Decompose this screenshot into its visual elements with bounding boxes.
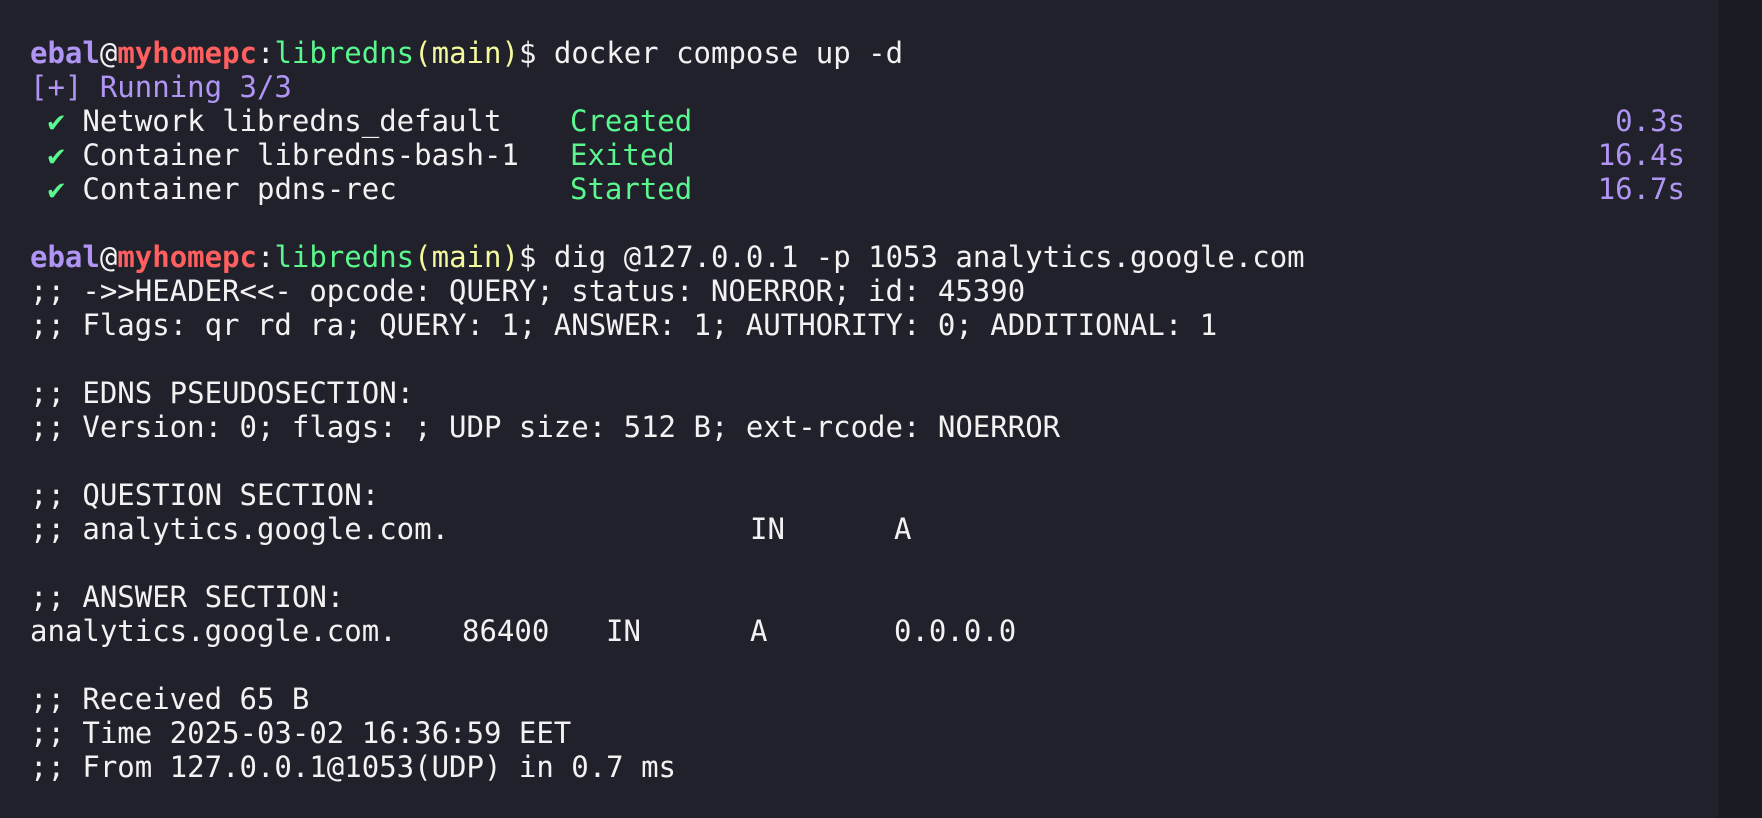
prompt-user: ebal (30, 36, 100, 70)
prompt-host: myhomepc (117, 36, 257, 70)
question-name: ;; analytics.google.com. (30, 512, 450, 546)
dig-answer-row: analytics.google.com. 86400 IN A 0.0.0.0 (30, 614, 1762, 648)
check-icon: ✔ (47, 104, 65, 138)
compose-item-status: Created (570, 104, 693, 138)
prompt-paren-close: ) (501, 240, 519, 274)
compose-item-time: 16.4s (1597, 138, 1685, 172)
scrollbar[interactable] (1718, 0, 1762, 818)
answer-ttl: 86400 (462, 614, 550, 648)
prompt-host: myhomepc (117, 240, 257, 274)
compose-item-name: Container pdns-rec (82, 172, 397, 206)
compose-running: [+] Running 3/3 (30, 70, 292, 104)
prompt-user: ebal (30, 240, 100, 274)
question-class: IN (750, 512, 785, 546)
compose-item: ✔ Container pdns-rec Started 16.7s (30, 172, 1762, 206)
prompt-line-dig: ebal@myhomepc:libredns(main)$ dig @127.0… (30, 240, 1762, 274)
compose-item-time: 0.3s (1615, 104, 1685, 138)
dig-question-row: ;; analytics.google.com. IN A (30, 512, 1762, 546)
compose-item-name: Network libredns_default (82, 104, 502, 138)
prompt-branch: main (431, 240, 502, 274)
answer-type: A (750, 614, 768, 648)
compose-item-status: Started (570, 172, 693, 206)
dig-answer-title: ;; ANSWER SECTION: (30, 580, 345, 614)
question-type: A (894, 512, 912, 546)
dig-time: ;; Time 2025-03-02 16:36:59 EET (30, 716, 572, 750)
prompt-dollar: $ (518, 240, 554, 274)
dig-question-title: ;; QUESTION SECTION: (30, 478, 380, 512)
prompt-path: libredns (274, 36, 415, 70)
answer-address: 0.0.0.0 (894, 614, 1017, 648)
compose-item: ✔ Container libredns-bash-1 Exited 16.4s (30, 138, 1762, 172)
dig-from: ;; From 127.0.0.1@1053(UDP) in 0.7 ms (30, 750, 677, 784)
prompt-colon: : (257, 240, 275, 274)
prompt-path: libredns (274, 240, 415, 274)
answer-name: analytics.google.com. (30, 614, 397, 648)
dig-received: ;; Received 65 B (30, 682, 310, 716)
compose-item-status: Exited (570, 138, 675, 172)
prompt-paren-close: ) (501, 36, 519, 70)
compose-item-time: 16.7s (1597, 172, 1685, 206)
dig-header: ;; ->>HEADER<<- opcode: QUERY; status: N… (30, 274, 1026, 308)
prompt-paren-open: ( (414, 240, 432, 274)
terminal-window[interactable]: ebal@myhomepc:libredns(main)$ docker com… (0, 0, 1762, 818)
prompt-paren-open: ( (414, 36, 432, 70)
dig-edns-title: ;; EDNS PSEUDOSECTION: (30, 376, 415, 410)
prompt-dollar: $ (518, 36, 554, 70)
prompt-at: @ (99, 36, 118, 70)
compose-item: ✔ Network libredns_default Created 0.3s (30, 104, 1762, 138)
dig-flags: ;; Flags: qr rd ra; QUERY: 1; ANSWER: 1;… (30, 308, 1218, 342)
check-icon: ✔ (47, 172, 65, 206)
command-dig: dig @127.0.0.1 -p 1053 analytics.google.… (553, 240, 1305, 274)
prompt-at: @ (99, 240, 118, 274)
prompt-branch: main (431, 36, 502, 70)
prompt-colon: : (257, 36, 275, 70)
command-compose: docker compose up -d (553, 36, 904, 70)
check-icon: ✔ (47, 138, 65, 172)
dig-edns-line: ;; Version: 0; flags: ; UDP size: 512 B;… (30, 410, 1061, 444)
prompt-line-compose: ebal@myhomepc:libredns(main)$ docker com… (30, 36, 1762, 70)
compose-item-name: Container libredns-bash-1 (82, 138, 519, 172)
answer-class: IN (606, 614, 641, 648)
